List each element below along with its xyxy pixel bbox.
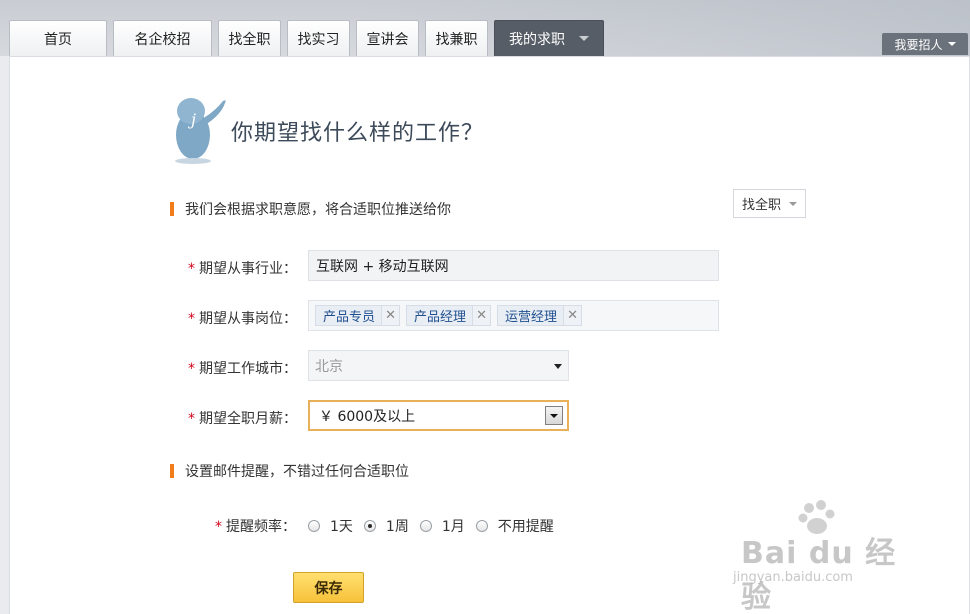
radio-weekly-label: 1周 [385, 519, 409, 535]
close-icon[interactable]: ✕ [563, 306, 582, 325]
tab-career-talks[interactable]: 宣讲会 [356, 20, 419, 56]
job-type-select[interactable]: 找全职 [733, 189, 806, 218]
section-title-email-reminder-text: 设置邮件提醒，不错过任何合适职位 [185, 464, 409, 480]
close-icon[interactable]: ✕ [381, 306, 400, 325]
position-tags-field[interactable]: 产品专员 ✕ 产品经理 ✕ 运营经理 ✕ [308, 300, 719, 331]
dropdown-arrow-icon[interactable] [545, 406, 563, 425]
position-tag-label: 运营经理 [505, 310, 558, 325]
section-accent-bar [170, 202, 174, 216]
city-select[interactable]: 北京 [308, 350, 569, 381]
page-headline: 你期望找什么样的工作？ [231, 121, 485, 146]
save-button[interactable]: 保存 [293, 572, 364, 603]
required-mark: * [188, 411, 195, 427]
radio-monthly[interactable]: 1月 [419, 516, 465, 536]
tab-campus-recruiting-label: 名企校招 [134, 31, 191, 48]
tab-full-time-label: 找全职 [228, 31, 271, 48]
salary-select[interactable]: ￥ 6000及以上 [308, 400, 569, 431]
reminder-frequency-group: * 提醒频率： 1天 1周 1月 不用提醒 [215, 516, 565, 536]
position-tag: 产品经理 ✕ [406, 305, 492, 326]
tab-my-job-search[interactable]: 我的求职 [494, 20, 604, 56]
radio-button[interactable] [475, 520, 488, 532]
city-label: * 期望工作城市： [188, 358, 297, 378]
radio-button[interactable] [308, 520, 320, 532]
city-label-text: 期望工作城市： [199, 361, 297, 377]
reminder-frequency-label-text: 提醒频率： [226, 519, 296, 535]
section-title-preferences: 我们会根据求职意愿，将合适职位推送给你 [170, 199, 451, 219]
required-mark: * [188, 311, 195, 327]
radio-daily-label: 1天 [330, 519, 353, 535]
chevron-down-icon [947, 42, 956, 46]
required-mark: * [188, 261, 195, 277]
radio-monthly-label: 1月 [441, 519, 465, 535]
salary-select-value: ￥ 6000及以上 [319, 408, 416, 425]
section-title-preferences-text: 我们会根据求职意愿，将合适职位推送给你 [185, 202, 451, 218]
baidu-jingyan-watermark: Bai du 经验 jingyan.baidu.com [731, 500, 911, 614]
industry-label-text: 期望从事行业： [199, 261, 297, 277]
salary-label-text: 期望全职月薪： [199, 411, 297, 427]
radio-no-reminder-label: 不用提醒 [497, 519, 554, 535]
section-accent-bar [170, 464, 174, 478]
required-mark: * [188, 361, 195, 377]
tab-home-label: 首页 [44, 31, 72, 48]
tab-part-time-label: 找兼职 [435, 31, 478, 48]
reminder-frequency-label: * 提醒频率： [215, 516, 296, 536]
radio-button-selected[interactable] [363, 520, 376, 532]
watermark-url: jingyan.baidu.com [733, 570, 853, 585]
position-tag-label: 产品专员 [323, 310, 376, 325]
section-title-email-reminder: 设置邮件提醒，不错过任何合适职位 [170, 461, 409, 481]
top-navigation: 首页 名企校招 找全职 找实习 宣讲会 找兼职 我的求职 我要招人 [0, 0, 970, 56]
tab-campus-recruiting[interactable]: 名企校招 [113, 20, 212, 56]
job-type-select-value: 找全职 [742, 198, 782, 213]
tab-full-time[interactable]: 找全职 [218, 20, 281, 56]
tab-internship[interactable]: 找实习 [287, 20, 350, 56]
tab-part-time[interactable]: 找兼职 [425, 20, 488, 56]
position-label-text: 期望从事岗位： [199, 311, 297, 327]
city-select-value: 北京 [315, 358, 343, 375]
required-mark: * [215, 519, 222, 535]
radio-daily[interactable]: 1天 [308, 516, 353, 536]
position-label: * 期望从事岗位： [188, 308, 297, 328]
position-tag-label: 产品经理 [414, 310, 467, 325]
close-icon[interactable]: ✕ [472, 306, 491, 325]
chevron-down-icon [579, 36, 589, 41]
tab-home[interactable]: 首页 [9, 20, 107, 56]
position-tag: 运营经理 ✕ [497, 305, 583, 326]
radio-no-reminder[interactable]: 不用提醒 [475, 516, 554, 536]
main-panel: j 你期望找什么样的工作？ 我们会根据求职意愿，将合适职位推送给你 找全职 * 期… [9, 56, 970, 614]
industry-value: 互联网 + 移动互联网 [316, 258, 449, 275]
chevron-down-icon [554, 364, 562, 369]
hire-menu-label: 我要招人 [894, 37, 943, 52]
tab-my-job-search-label: 我的求职 [509, 31, 565, 48]
radio-button[interactable] [419, 520, 432, 532]
position-tag: 产品专员 ✕ [315, 305, 401, 326]
chevron-down-icon [789, 202, 797, 206]
industry-field[interactable]: 互联网 + 移动互联网 [308, 250, 719, 281]
tab-internship-label: 找实习 [297, 31, 340, 48]
radio-weekly[interactable]: 1周 [363, 516, 409, 536]
salary-label: * 期望全职月薪： [188, 408, 297, 428]
mascot-logo-icon: j [175, 98, 226, 164]
hire-menu-button[interactable]: 我要招人 [882, 33, 968, 55]
industry-label: * 期望从事行业： [188, 258, 297, 278]
tab-career-talks-label: 宣讲会 [366, 31, 409, 48]
